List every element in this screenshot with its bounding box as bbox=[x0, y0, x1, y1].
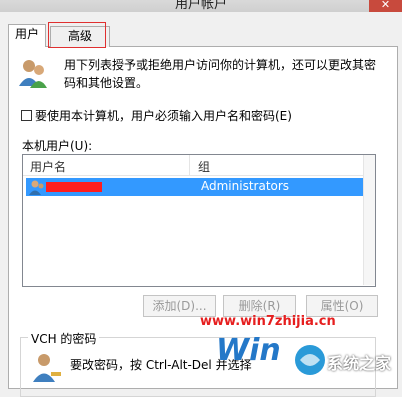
title-bar: 用户帐户 bbox=[0, 0, 402, 12]
vertical-scrollbar[interactable] bbox=[363, 155, 375, 285]
users-list-label: 本机用户(U): bbox=[22, 139, 93, 153]
column-divider[interactable] bbox=[189, 155, 190, 175]
redacted-username bbox=[46, 182, 102, 192]
watermark-site: 系统之家 bbox=[327, 354, 392, 373]
require-login-checkbox[interactable] bbox=[21, 110, 32, 121]
highlight-box bbox=[48, 22, 106, 48]
window-title: 用户帐户 bbox=[174, 0, 227, 12]
password-group-title: VCH 的密码 bbox=[28, 330, 100, 347]
user-icon bbox=[29, 180, 44, 195]
column-header-group[interactable]: 组 bbox=[198, 158, 210, 175]
users-icon bbox=[19, 60, 47, 88]
list-header: 用户名 组 bbox=[23, 155, 375, 176]
user-key-icon bbox=[33, 354, 61, 382]
table-row[interactable]: Administrators bbox=[26, 178, 365, 196]
users-listview[interactable]: 用户名 组 Administrators bbox=[22, 154, 376, 287]
tab-users[interactable]: 用户 bbox=[8, 24, 46, 47]
require-login-label[interactable]: 要使用本计算机，用户必须输入用户名和密码(E) bbox=[35, 107, 292, 124]
close-button[interactable]: ✕ bbox=[369, 0, 402, 12]
watermark-win-logo: Win bbox=[216, 333, 281, 368]
column-header-username[interactable]: 用户名 bbox=[30, 158, 66, 175]
watermark-url: www.win7zhijia.cn bbox=[200, 314, 336, 329]
row-group: Administrators bbox=[201, 179, 290, 193]
intro-text: 用下列表授予或拒绝用户访问你的计算机，还可以更改其密码和其他设置。 bbox=[64, 58, 377, 90]
